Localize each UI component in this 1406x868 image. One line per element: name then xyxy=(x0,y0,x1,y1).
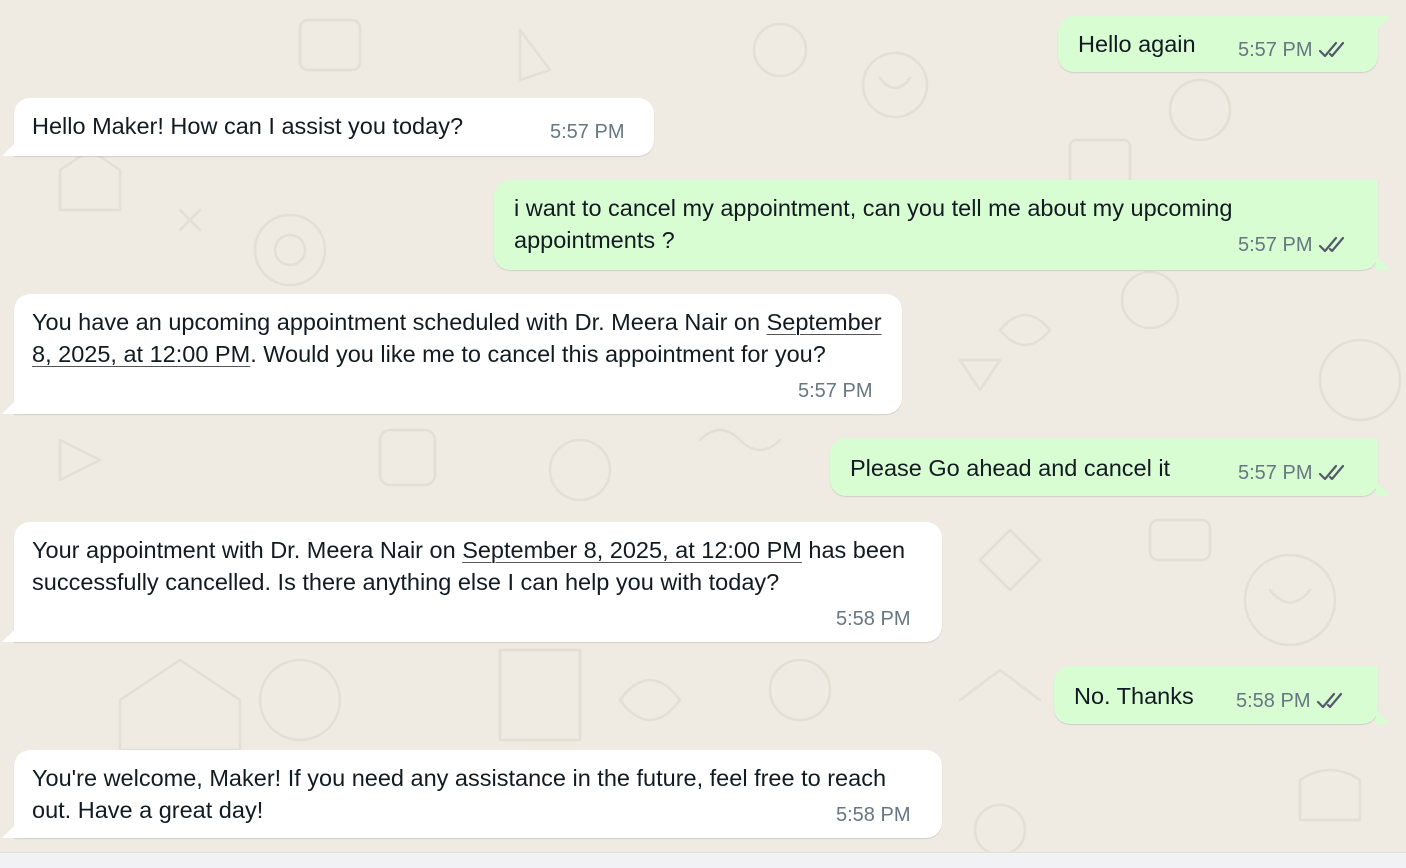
message-text: Hello Maker! How can I assist you today? xyxy=(32,113,464,139)
bubble-tail xyxy=(1376,16,1390,30)
message-text: You have an upcoming appointment schedul… xyxy=(32,306,882,370)
message-text-part: Your appointment with Dr. Meera Nair on xyxy=(32,537,463,563)
message-list[interactable]: Hello again 5:57 PM Hello Maker! How can… xyxy=(0,0,1406,852)
message-meta: 5:57 PM xyxy=(1238,461,1348,485)
message-time: 5:57 PM xyxy=(1238,462,1313,484)
incoming-message[interactable]: You have an upcoming appointment schedul… xyxy=(2,294,902,414)
message-time: 5:58 PM xyxy=(1236,690,1311,712)
double-check-icon xyxy=(1317,692,1343,709)
double-check-icon xyxy=(1319,41,1345,58)
outgoing-message[interactable]: Hello again 5:57 PM xyxy=(1058,16,1390,72)
outgoing-message[interactable]: Please Go ahead and cancel it 5:57 PM xyxy=(830,438,1390,496)
message-time: 5:57 PM xyxy=(798,380,873,402)
bubble-tail xyxy=(1376,256,1390,270)
message-text: Please Go ahead and cancel it xyxy=(850,455,1171,481)
message-time: 5:57 PM xyxy=(550,121,625,143)
message-text: No. Thanks xyxy=(1074,683,1194,709)
message-time: 5:57 PM xyxy=(1238,39,1313,61)
message-time: 5:58 PM xyxy=(836,804,911,826)
double-check-icon xyxy=(1319,236,1345,253)
incoming-message[interactable]: Hello Maker! How can I assist you today?… xyxy=(2,98,654,156)
message-text: i want to cancel my appointment, can you… xyxy=(514,195,1233,253)
double-check-icon xyxy=(1319,464,1345,481)
incoming-message[interactable]: Your appointment with Dr. Meera Nair on … xyxy=(2,522,942,642)
message-meta: 5:57 PM xyxy=(1238,233,1348,257)
date-link[interactable]: September 8, 2025, at 12:00 PM xyxy=(462,537,802,563)
incoming-message[interactable]: You're welcome, Maker! If you need any a… xyxy=(2,750,942,838)
composer-edge xyxy=(0,852,1406,868)
bubble-tail xyxy=(1376,482,1390,496)
message-time: 5:58 PM xyxy=(836,608,911,630)
message-meta: 5:57 PM xyxy=(1238,38,1348,62)
bubble-tail xyxy=(2,142,16,156)
message-text-part: You have an upcoming appointment schedul… xyxy=(32,309,767,335)
message-text-part: . Would you like me to cancel this appoi… xyxy=(250,341,826,367)
outgoing-message[interactable]: No. Thanks 5:58 PM xyxy=(1054,666,1390,724)
message-text: Hello again xyxy=(1078,31,1196,57)
outgoing-message[interactable]: i want to cancel my appointment, can you… xyxy=(494,180,1390,270)
bubble-tail xyxy=(1376,710,1390,724)
message-time: 5:57 PM xyxy=(1238,234,1313,256)
message-text: You're welcome, Maker! If you need any a… xyxy=(32,765,887,823)
bubble-tail xyxy=(2,628,16,642)
message-text: Your appointment with Dr. Meera Nair on … xyxy=(32,534,922,598)
bubble-tail xyxy=(2,824,16,838)
bubble-tail xyxy=(2,400,16,414)
message-meta: 5:58 PM xyxy=(1236,689,1346,713)
